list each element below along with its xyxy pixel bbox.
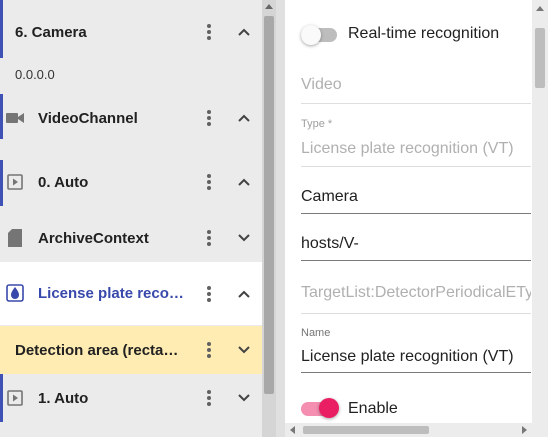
sd-card-icon	[6, 229, 24, 247]
field-underline	[301, 260, 531, 261]
more-vert-icon[interactable]	[200, 170, 218, 194]
enable-label: Enable	[348, 400, 398, 417]
chevron-up-icon[interactable]	[234, 282, 254, 306]
video-field: Video	[301, 76, 531, 108]
scrollbar-thumb[interactable]	[535, 28, 545, 88]
chevron-up-icon[interactable]	[234, 170, 254, 194]
tree-item-archivecontext[interactable]: ArchiveContext	[0, 216, 262, 260]
chevron-up-icon[interactable]	[234, 20, 254, 44]
chevron-down-icon[interactable]	[234, 338, 254, 362]
tree-item-videochannel[interactable]: VideoChannel	[0, 96, 262, 140]
toggle-knob[interactable]	[319, 398, 339, 418]
properties-scrollbar[interactable]	[532, 0, 548, 437]
field-underline	[301, 313, 531, 314]
more-vert-icon[interactable]	[200, 282, 218, 306]
type-field-label: Type *	[301, 118, 333, 130]
tree-item-auto-1[interactable]: 1. Auto	[0, 376, 262, 420]
hosts-field-value: hosts/V-	[301, 235, 359, 252]
scroll-up-arrow-icon[interactable]	[265, 4, 273, 9]
name-field-label: Name	[301, 327, 331, 339]
video-field-label: Video	[301, 76, 342, 93]
tree-item-label: ArchiveContext	[38, 229, 149, 247]
field-underline	[301, 372, 531, 373]
tree-item-license-plate-recognition[interactable]: License plate recognition (VT)	[0, 262, 262, 325]
name-field[interactable]: Name License plate recognition (VT)	[301, 325, 531, 375]
play-box-icon	[6, 389, 24, 407]
scroll-up-arrow-icon[interactable]	[536, 6, 544, 11]
tree-item-label: 0. Auto	[38, 173, 89, 191]
tree-item-label: License plate recognition (VT)	[38, 285, 188, 302]
target-list-value: TargetList:DetectorPeriodicalETy	[301, 284, 531, 301]
enable-toggle[interactable]: Enable	[301, 396, 531, 422]
more-vert-icon[interactable]	[200, 106, 218, 130]
scroll-left-arrow-icon[interactable]	[290, 426, 295, 434]
play-box-icon	[6, 173, 24, 191]
camera-field-value: Camera	[301, 188, 358, 205]
toggle-knob[interactable]	[301, 25, 321, 45]
hosts-field[interactable]: hosts/V-	[301, 235, 531, 265]
more-vert-icon[interactable]	[200, 338, 218, 362]
chevron-down-icon[interactable]	[234, 386, 254, 410]
tree-item-label: 6. Camera	[15, 23, 87, 41]
chevron-down-icon[interactable]	[234, 226, 254, 250]
field-underline	[301, 213, 531, 214]
videocam-icon	[6, 109, 24, 127]
camera-ip-row: 0.0.0.0	[0, 62, 262, 86]
tree-item-camera[interactable]: 6. Camera	[0, 10, 262, 54]
tree-scrollbar[interactable]	[262, 0, 276, 437]
tree-item-label: 1. Auto	[38, 389, 89, 407]
scrollbar-thumb[interactable]	[303, 426, 429, 434]
camera-field[interactable]: Camera	[301, 188, 531, 218]
scrollbar-corner	[532, 423, 548, 437]
tree-item-detection-area[interactable]: Detection area (rectangle)	[0, 326, 262, 374]
tree-item-auto-0[interactable]: 0. Auto	[0, 160, 262, 204]
more-vert-icon[interactable]	[200, 20, 218, 44]
more-vert-icon[interactable]	[200, 226, 218, 250]
camera-ip: 0.0.0.0	[15, 66, 55, 82]
scroll-right-arrow-icon[interactable]	[522, 426, 527, 434]
realtime-recognition-label: Real-time recognition	[348, 25, 500, 42]
field-underline	[301, 166, 531, 167]
realtime-recognition-toggle[interactable]: Real-time recognition	[301, 20, 531, 50]
license-plate-detector-icon	[6, 284, 24, 302]
more-vert-icon[interactable]	[200, 386, 218, 410]
type-field: Type * License plate recognition (VT)	[301, 118, 531, 168]
tree-item-label: VideoChannel	[38, 109, 138, 127]
device-tree: 6. Camera 0.0.0.0 VideoChannel 0. Auto A…	[0, 0, 262, 437]
type-field-value: License plate recognition (VT)	[301, 140, 514, 157]
properties-horizontal-scrollbar[interactable]	[285, 423, 532, 437]
field-underline	[301, 103, 531, 104]
tree-item-label: Detection area (rectangle)	[15, 341, 187, 359]
target-list-field: TargetList:DetectorPeriodicalETy	[301, 284, 531, 318]
chevron-up-icon[interactable]	[234, 106, 254, 130]
scrollbar-thumb[interactable]	[264, 16, 274, 394]
name-field-value: License plate recognition (VT)	[301, 348, 514, 365]
properties-panel: Real-time recognition Video Type * Licen…	[285, 0, 548, 437]
